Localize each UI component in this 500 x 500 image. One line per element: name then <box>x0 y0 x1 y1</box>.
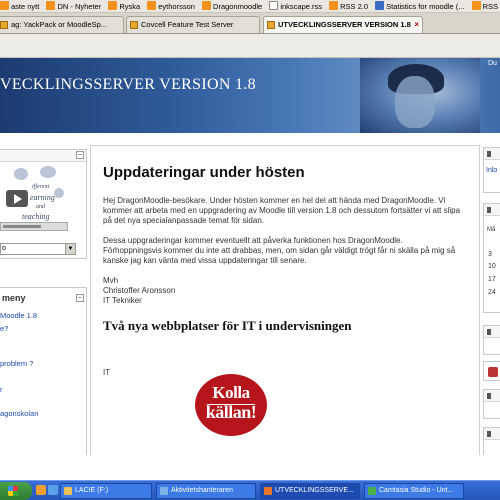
main-content: Uppdateringar under hösten Hej DragonMoo… <box>90 145 480 455</box>
video-select[interactable]: o ▼ <box>0 243 76 255</box>
quicklaunch-icon[interactable] <box>48 485 58 495</box>
bookmark-item[interactable]: Statistics for moodle (... <box>375 0 465 12</box>
logo-text: Kolla <box>212 383 250 402</box>
task-manager-icon <box>160 487 168 495</box>
video-caption: and <box>36 204 45 210</box>
section-heading: Två nya webbplatser för IT i undervisnin… <box>103 318 352 333</box>
collapse-icon[interactable]: – <box>76 294 84 302</box>
block-header <box>484 204 500 216</box>
kolla-kallan-logo[interactable]: Kolla källan! <box>195 374 267 436</box>
video-caption: teaching <box>22 212 50 221</box>
collapse-icon[interactable]: – <box>76 151 84 159</box>
logo-text: källan! <box>205 402 257 422</box>
rss-icon <box>329 1 339 10</box>
chevron-down-icon[interactable]: ▼ <box>65 244 75 254</box>
video-caption: ifferent <box>32 184 50 190</box>
news-heading: Uppdateringar under hösten <box>103 164 305 181</box>
calendar-day[interactable]: 17 <box>488 276 496 283</box>
page-top-strip <box>0 34 500 58</box>
block-header <box>484 428 500 440</box>
block-header: – <box>0 150 86 162</box>
news-paragraph: Hej DragonMoodle-besökare. Under hösten … <box>103 196 461 225</box>
news-paragraph: Dessa uppgraderingar kommer eventuellt a… <box>103 236 456 265</box>
menu-link[interactable]: problem ? <box>0 359 33 368</box>
signature-line: Christoffer Aronsson <box>103 286 176 295</box>
rss-icon <box>202 1 212 10</box>
quicklaunch-icon[interactable] <box>36 485 46 495</box>
block-header <box>484 148 500 160</box>
rss-icon <box>0 1 9 10</box>
site-header-banner: VECKLINGSSERVER VERSION 1.8 Du <box>0 58 500 133</box>
side-block <box>483 427 500 455</box>
decorative-bubble <box>14 168 28 180</box>
block-header <box>484 390 500 402</box>
page-icon <box>269 1 279 10</box>
menu-link[interactable]: e? <box>0 324 8 333</box>
taskbar-item[interactable]: UTVECKLINGSSERVE... <box>260 483 360 499</box>
windows-taskbar: LACIE (F:) Aktivitetshanteraren UTVECKLI… <box>0 480 500 500</box>
calendar-block <box>483 203 500 313</box>
folder-icon <box>64 487 72 495</box>
google-icon <box>375 1 385 10</box>
bookmark-item[interactable]: DN - Nyheter <box>46 0 101 12</box>
browser-tab-bar: ag: YackPack or MoodleSp... Covcell Feat… <box>0 13 500 34</box>
login-link[interactable]: Inlo <box>486 167 497 174</box>
bookmark-item[interactable]: eythorsson <box>147 0 195 12</box>
bookmarks-toolbar: aste nytt DN - Nyheter Ryska eythorsson … <box>0 0 500 13</box>
login-info[interactable]: Du <box>488 60 497 67</box>
menu-link[interactable]: Moodle 1.8 <box>0 311 37 320</box>
decorative-bubble <box>54 188 64 198</box>
taskbar-item[interactable]: Aktivitetshanteraren <box>156 483 256 499</box>
bookmark-item[interactable]: RSS 2.0 <box>329 0 368 12</box>
firefox-icon <box>264 487 272 495</box>
rss-icon <box>46 1 56 10</box>
signature-line: IT Tekniker <box>103 296 142 305</box>
page-icon <box>130 21 138 29</box>
calendar-day[interactable]: 3 <box>488 251 492 258</box>
side-block <box>483 361 500 381</box>
page-content: – ifferent earning and teaching styles o… <box>0 133 500 455</box>
taskbar-item[interactable]: Camtasia Studio - Unt... <box>364 483 464 499</box>
start-button[interactable] <box>0 482 32 500</box>
moodle-icon <box>267 21 275 29</box>
calendar-day[interactable]: 10 <box>488 263 496 270</box>
rss-icon <box>147 1 157 10</box>
header-photo-face <box>395 76 435 128</box>
side-block <box>483 389 500 419</box>
browser-tab[interactable]: Covcell Feature Test Server <box>126 16 260 33</box>
menu-link[interactable]: r <box>0 385 3 394</box>
browser-tab[interactable]: ag: YackPack or MoodleSp... <box>0 16 124 33</box>
menu-link[interactable]: agonskolan <box>0 409 38 418</box>
site-title[interactable]: VECKLINGSSERVER VERSION 1.8 <box>0 76 256 94</box>
bookmark-item[interactable]: RSS feed <box>471 0 500 12</box>
block-header <box>484 326 500 338</box>
menu-block-title: meny <box>2 293 26 303</box>
browser-tab-active[interactable]: UTVECKLINGSSERVER VERSION 1.8 × <box>263 16 423 33</box>
calendar-weekday: Må <box>487 227 496 233</box>
side-block <box>483 325 500 355</box>
camtasia-icon <box>368 487 376 495</box>
user-avatar[interactable] <box>488 367 498 377</box>
taskbar-item[interactable]: LACIE (F:) <box>60 483 152 499</box>
seek-bar[interactable] <box>3 225 41 228</box>
bookmark-item[interactable]: Dragonmoodle <box>202 0 262 12</box>
page-icon <box>0 21 8 29</box>
play-icon[interactable] <box>6 190 28 207</box>
video-controls[interactable] <box>0 222 68 231</box>
signature-line: Mvh <box>103 276 119 285</box>
rss-icon <box>471 1 481 10</box>
video-caption: earning <box>30 193 55 202</box>
rss-icon <box>108 1 118 10</box>
decorative-bubble <box>40 166 56 178</box>
bookmark-item[interactable]: inkscape.rss <box>269 0 322 12</box>
bookmark-item[interactable]: aste nytt <box>0 0 39 12</box>
close-icon[interactable]: × <box>414 17 419 33</box>
calendar-day[interactable]: 24 <box>488 289 496 296</box>
bookmark-item[interactable]: Ryska <box>108 0 140 12</box>
it-label: IT <box>103 368 111 377</box>
